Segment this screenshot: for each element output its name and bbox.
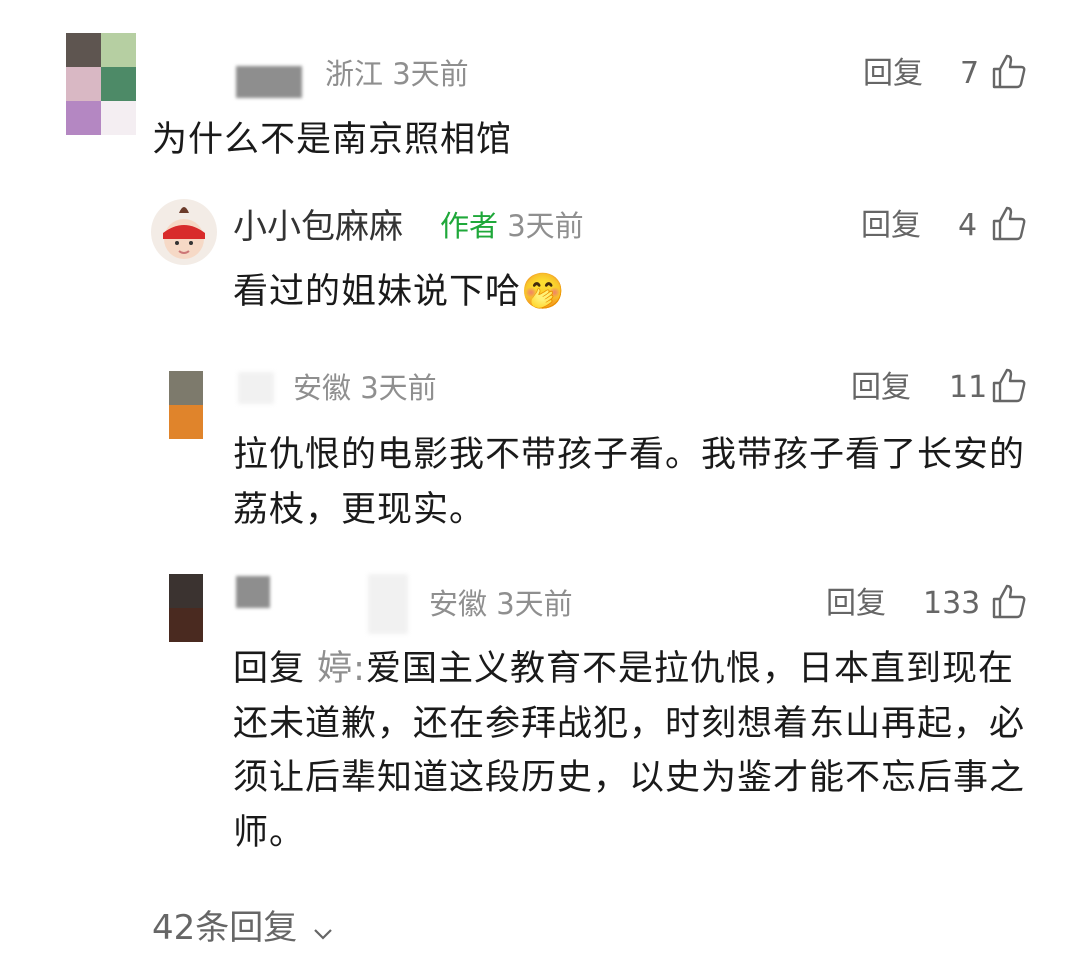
comment-meta: 安徽 3天前 (429, 590, 573, 619)
thumbs-up-icon[interactable] (992, 205, 1026, 241)
reply-button[interactable]: 回复 (863, 59, 923, 89)
comment-meta: 安徽 3天前 (293, 374, 437, 403)
time-label: 3天前 (392, 57, 469, 91)
reply-button[interactable]: 回复 (851, 373, 911, 403)
like-count: 11 (949, 370, 988, 405)
like-count: 7 (960, 56, 980, 91)
like-count: 133 (923, 586, 981, 621)
chevron-down-icon (312, 910, 334, 950)
thumbs-up-icon[interactable] (992, 367, 1026, 403)
region-label: 浙江 (325, 57, 384, 91)
comment-text: 为什么不是南京照相馆 (152, 120, 513, 160)
avatar[interactable] (169, 574, 203, 642)
region-label: 安徽 (429, 587, 488, 621)
time-label: 3天前 (507, 209, 584, 243)
reply-button[interactable]: 回复 (826, 589, 886, 619)
comment-text: 回复 婷:爱国主义教育不是拉仇恨，日本直到现在还未道歉，还在参拜战犯，时刻想着东… (233, 642, 1033, 860)
time-label: 3天前 (360, 371, 437, 405)
avatar[interactable] (151, 199, 217, 265)
username-redacted[interactable] (238, 372, 274, 404)
more-replies-button[interactable]: 42条回复 (152, 900, 334, 950)
username-redacted-extra (368, 574, 408, 634)
reply-prefix: 回复 (233, 649, 306, 689)
username-redacted[interactable] (236, 66, 302, 98)
like-count: 4 (958, 208, 978, 243)
avatar[interactable] (66, 33, 136, 135)
comment-meta: 作者 3天前 (440, 212, 584, 241)
username[interactable]: 小小包麻麻 (233, 210, 403, 244)
more-replies-label: 42条回复 (152, 908, 298, 948)
comment-meta: 浙江 3天前 (325, 60, 469, 89)
thumbs-up-icon[interactable] (992, 53, 1026, 89)
comment-text: 拉仇恨的电影我不带孩子看。我带孩子看了长安的荔枝，更现实。 (233, 435, 1026, 530)
hand-over-mouth-emoji-icon: 🤭 (521, 272, 566, 312)
author-badge: 作者 (440, 209, 499, 243)
reply-button[interactable]: 回复 (861, 211, 921, 241)
time-label: 3天前 (496, 587, 573, 621)
username-redacted[interactable] (236, 576, 270, 608)
avatar[interactable] (169, 371, 203, 439)
reply-to-user[interactable]: 婷: (317, 649, 366, 689)
thumbs-up-icon[interactable] (992, 583, 1026, 619)
region-label: 安徽 (293, 371, 352, 405)
comment-body: 看过的姐妹说下哈 (233, 272, 522, 312)
comment-text: 看过的姐妹说下哈🤭 (233, 265, 1033, 319)
